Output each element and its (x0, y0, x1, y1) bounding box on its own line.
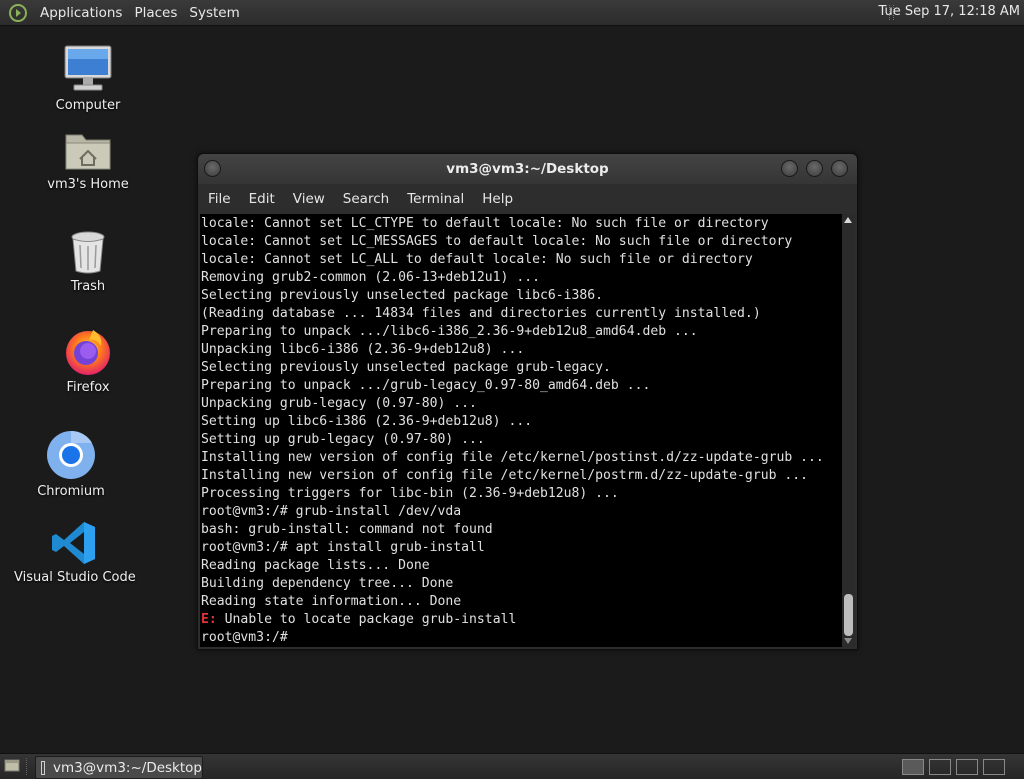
desktop-icon-label: Trash (70, 279, 106, 294)
terminal-line: Removing grub2-common (2.06-13+deb12u1) … (201, 270, 540, 285)
terminal-window[interactable]: vm3@vm3:~/Desktop File Edit View Search … (197, 153, 858, 650)
terminal-line: Preparing to unpack .../grub-legacy_0.97… (201, 378, 651, 393)
places-menu[interactable]: Places (128, 5, 183, 21)
terminal-line: locale: Cannot set LC_CTYPE to default l… (201, 216, 769, 231)
chromium-icon (47, 430, 95, 479)
scroll-up-arrow-icon[interactable] (844, 217, 852, 223)
terminal-line: Selecting previously unselected package … (201, 288, 604, 303)
terminal-menubar: File Edit View Search Terminal Help (198, 184, 857, 214)
vscode-icon (52, 522, 95, 564)
menu-terminal[interactable]: Terminal (398, 191, 473, 207)
menu-view[interactable]: View (284, 191, 334, 207)
terminal-line: Setting up grub-legacy (0.97-80) ... (201, 432, 485, 447)
menu-edit[interactable]: Edit (240, 191, 284, 207)
terminal-line: Selecting previously unselected package … (201, 360, 611, 375)
firefox-icon (66, 330, 110, 375)
scrollbar-thumb[interactable] (844, 594, 853, 636)
close-button[interactable] (831, 160, 848, 177)
computer-icon (64, 45, 112, 91)
window-title: vm3@vm3:~/Desktop (446, 161, 609, 177)
desktop-icon-label: Chromium (37, 484, 105, 499)
desktop-icon-trash[interactable]: Trash (28, 229, 148, 294)
terminal-line: Installing new version of config file /e… (201, 450, 824, 465)
system-menu[interactable]: System (183, 5, 245, 21)
desktop-icon-label: Computer (55, 98, 121, 113)
terminal-scrollbar[interactable] (842, 214, 855, 647)
error-text: Unable to locate package grub-install (216, 612, 517, 627)
desktop-icon-home[interactable]: vm3's Home (28, 127, 148, 192)
terminal-line: Reading state information... Done (201, 594, 462, 609)
scroll-down-arrow-icon[interactable] (844, 638, 852, 644)
terminal-line: root@vm3:/# grub-install /dev/vda (201, 504, 462, 519)
clock[interactable]: Tue Sep 17, 12:18 AM (879, 4, 1020, 19)
terminal-line: Building dependency tree... Done (201, 576, 454, 591)
workspace-1[interactable] (902, 759, 924, 775)
trash-icon (71, 231, 105, 274)
maximize-button[interactable] (806, 160, 823, 177)
mate-logo-icon[interactable] (9, 3, 27, 22)
terminal-line: Setting up libc6-i386 (2.36-9+deb12u8) .… (201, 414, 533, 429)
shell-prompt: root@vm3:/# (201, 630, 296, 645)
desktop-icon-firefox[interactable]: Firefox (28, 326, 148, 395)
workspace-4[interactable] (983, 759, 1005, 775)
show-desktop-icon[interactable] (4, 758, 20, 773)
bottom-panel: vm3@vm3:~/Desktop (0, 753, 1024, 779)
terminal-line: (Reading database ... 14834 files and di… (201, 306, 761, 321)
terminal-output[interactable]: locale: Cannot set LC_CTYPE to default l… (200, 214, 842, 647)
terminal-icon (41, 760, 45, 775)
terminal-line: Unpacking grub-legacy (0.97-80) ... (201, 396, 477, 411)
terminal-line: locale: Cannot set LC_ALL to default loc… (201, 252, 753, 267)
taskbar-terminal-button[interactable]: vm3@vm3:~/Desktop (35, 756, 203, 779)
terminal-line: Processing triggers for libc-bin (2.36-9… (201, 486, 619, 501)
menu-search[interactable]: Search (334, 191, 398, 207)
menu-file[interactable]: File (198, 191, 240, 207)
top-panel: Applications Places System Tue Sep 17, 1… (0, 0, 1024, 26)
applications-menu[interactable]: Applications (34, 5, 128, 21)
taskbar-button-label: vm3@vm3:~/Desktop (52, 759, 202, 776)
terminal-line: Unpacking libc6-i386 (2.36-9+deb12u8) ..… (201, 342, 525, 357)
desktop-icon-chromium[interactable]: Chromium (11, 430, 131, 499)
desktop-icon-label: vm3's Home (47, 177, 129, 192)
terminal-line: Preparing to unpack .../libc6-i386_2.36-… (201, 324, 698, 339)
minimize-button[interactable] (781, 160, 798, 177)
terminal-line: locale: Cannot set LC_MESSAGES to defaul… (201, 234, 793, 249)
terminal-line: bash: grub-install: command not found (201, 522, 493, 537)
workspace-2[interactable] (929, 759, 951, 775)
terminal-prompt-line[interactable]: root@vm3:/# (201, 629, 824, 647)
desktop-icon-computer[interactable]: Computer (28, 44, 148, 113)
menu-help[interactable]: Help (473, 191, 522, 207)
workspace-3[interactable] (956, 759, 978, 775)
terminal-line: Reading package lists... Done (201, 558, 430, 573)
terminal-line: Installing new version of config file /e… (201, 468, 808, 483)
terminal-line: root@vm3:/# apt install grub-install (201, 540, 485, 555)
terminal-error-line: E: Unable to locate package grub-install (201, 611, 824, 629)
desktop-icon-vscode[interactable]: Visual Studio Code (14, 520, 136, 585)
error-prefix: E: (201, 612, 217, 627)
desktop-icon-label: Firefox (66, 380, 110, 395)
panel-separator (26, 758, 29, 775)
home-folder-icon (65, 134, 111, 170)
desktop-icon-label: Visual Studio Code (14, 570, 136, 585)
terminal-titlebar[interactable]: vm3@vm3:~/Desktop (198, 154, 857, 184)
terminal-lines: locale: Cannot set LC_CTYPE to default l… (201, 215, 824, 647)
